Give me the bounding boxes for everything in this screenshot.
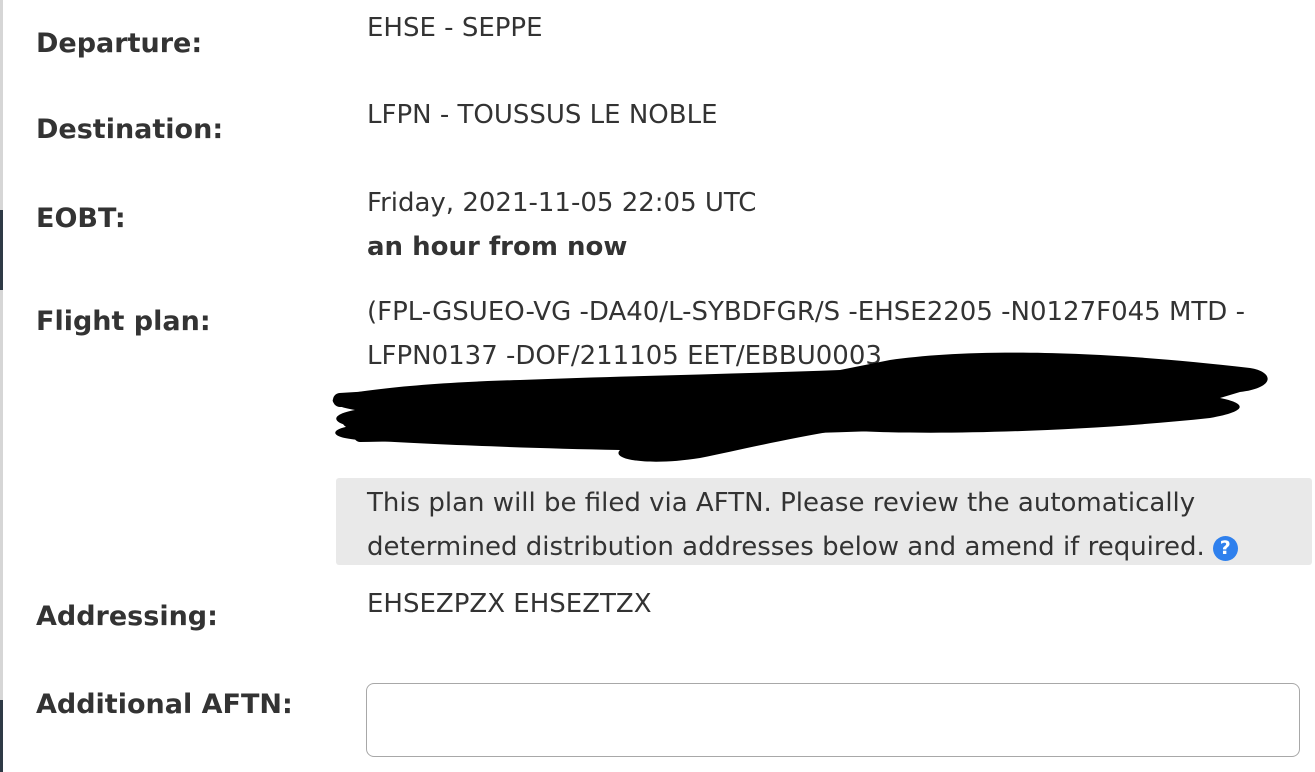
question-circle-icon[interactable]: ?: [1212, 536, 1238, 561]
eobt-relative: an hour from now: [367, 232, 628, 262]
left-border: [0, 0, 3, 772]
destination-value: LFPN - TOUSSUS LE NOBLE: [367, 100, 718, 130]
flight-plan-label: Flight plan:: [36, 306, 211, 337]
additional-aftn-input[interactable]: [366, 683, 1300, 757]
eobt-value: Friday, 2021-11-05 22:05 UTC: [367, 188, 757, 218]
destination-label: Destination:: [36, 114, 224, 145]
addressing-value: EHSEZPZX EHSEZTZX: [367, 589, 652, 619]
flight-plan-text: (FPL-GSUEO-VG -DA40/L-SYBDFGR/S -EHSE220…: [367, 297, 1245, 371]
left-border-accent: [0, 210, 3, 290]
additional-aftn-label: Additional AFTN:: [36, 689, 293, 720]
left-border-accent: [0, 700, 3, 772]
aftn-notice: This plan will be filed via AFTN. Please…: [336, 478, 1312, 565]
departure-label: Departure:: [36, 28, 203, 59]
flight-plan-summary: Departure: EHSE - SEPPE Destination: LFP…: [0, 0, 1315, 772]
eobt-label: EOBT:: [36, 203, 126, 234]
aftn-notice-text: This plan will be filed via AFTN. Please…: [367, 488, 1205, 562]
departure-value: EHSE - SEPPE: [367, 13, 543, 43]
addressing-label: Addressing:: [36, 601, 218, 632]
